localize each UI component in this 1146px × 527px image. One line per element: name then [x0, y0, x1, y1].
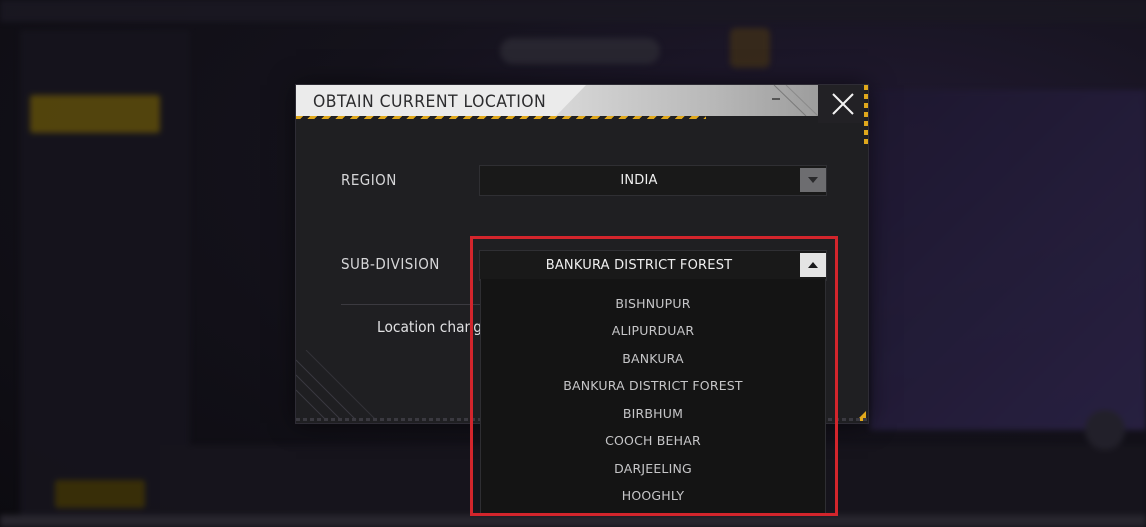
dropdown-option[interactable]: ALIPURDUAR [481, 318, 825, 342]
background-top-bar [0, 0, 1146, 22]
region-label: REGION [341, 171, 397, 189]
subdivision-select-arrow[interactable] [800, 253, 826, 277]
dropdown-option[interactable]: HOOGHLY [481, 483, 825, 507]
diagonal-lines-decoration [296, 350, 377, 420]
dropdown-option[interactable]: COOCH BEHAR [481, 428, 825, 452]
subdivision-select[interactable]: BANKURA DISTRICT FOREST [479, 250, 827, 281]
corner-accent [864, 85, 868, 145]
background-icon [730, 28, 770, 68]
background-yellow-small-button [55, 480, 145, 508]
region-select-arrow[interactable] [800, 168, 826, 192]
screen: OBTAIN CURRENT LOCATION REGION INDIA SUB… [0, 0, 1146, 527]
dropdown-option[interactable]: BANKURA [481, 346, 825, 370]
dialog-title: OBTAIN CURRENT LOCATION [313, 92, 547, 112]
location-change-note: Location chang [377, 318, 483, 336]
dialog-header: OBTAIN CURRENT LOCATION [296, 85, 818, 119]
region-select-value: INDIA [620, 173, 658, 188]
background-bubble [1085, 410, 1125, 450]
dropdown-option[interactable]: DARJEELING [481, 456, 825, 480]
subdivision-select-value: BANKURA DISTRICT FOREST [545, 258, 733, 273]
close-icon [832, 93, 854, 115]
dropdown-option[interactable]: BIRBHUM [481, 401, 825, 425]
background-yellow-button [30, 95, 160, 133]
dropdown-option[interactable]: BISHNUPUR [481, 291, 825, 315]
background-right-panel [870, 90, 1146, 430]
header-lines-decoration [772, 85, 818, 116]
divider [341, 304, 491, 305]
chevron-up-icon [808, 262, 818, 268]
background-pill [500, 38, 660, 64]
background-bottom-bar [0, 515, 1146, 527]
subdivision-label: SUB-DIVISION [341, 255, 440, 273]
chevron-down-icon [808, 177, 818, 183]
subdivision-dropdown-list[interactable]: BISHNUPUR ALIPURDUAR BANKURA BANKURA DIS… [480, 279, 826, 514]
header-caution-stripe [296, 116, 706, 119]
close-button[interactable] [818, 85, 868, 123]
region-select[interactable]: INDIA [479, 165, 827, 196]
dropdown-option[interactable]: BANKURA DISTRICT FOREST [481, 373, 825, 397]
